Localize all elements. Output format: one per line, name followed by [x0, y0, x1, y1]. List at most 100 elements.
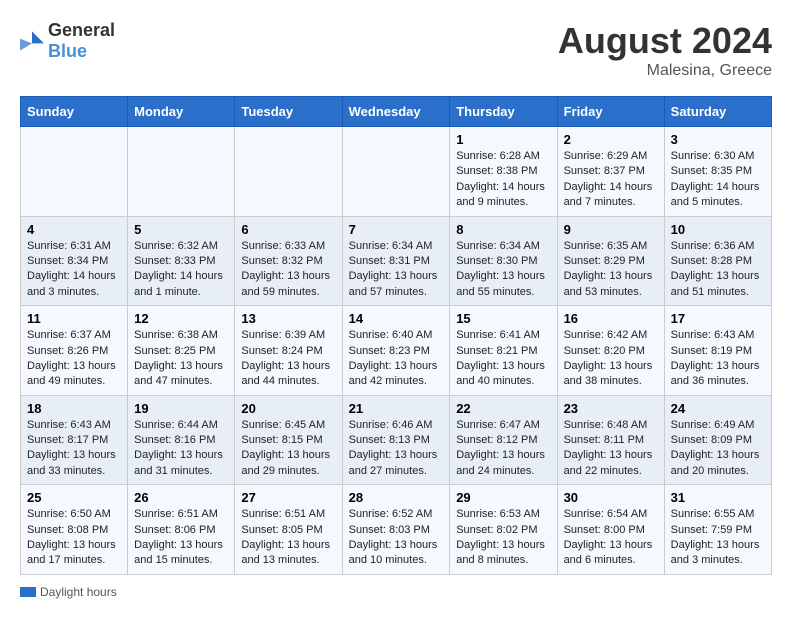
calendar-cell: 11 Sunrise: 6:37 AM Sunset: 8:26 PM Dayli…: [21, 306, 128, 396]
calendar-cell: 9 Sunrise: 6:35 AM Sunset: 8:29 PM Daylig…: [557, 216, 664, 306]
day-info: Sunrise: 6:53 AM Sunset: 8:02 PM Dayligh…: [456, 507, 550, 569]
calendar-cell: [342, 127, 450, 217]
weekday-header-saturday: Saturday: [664, 97, 771, 127]
day-number: 2: [564, 132, 658, 147]
day-info: Sunrise: 6:43 AM Sunset: 8:17 PM Dayligh…: [27, 418, 121, 480]
calendar-cell: 3 Sunrise: 6:30 AM Sunset: 8:35 PM Daylig…: [664, 127, 771, 217]
day-info: Sunrise: 6:38 AM Sunset: 8:25 PM Dayligh…: [134, 328, 228, 390]
legend-color-box: [20, 587, 36, 597]
calendar-cell: 19Sunrise: 6:44 AM Sunset: 8:16 PM Dayli…: [128, 395, 235, 485]
logo-text-blue: Blue: [48, 41, 87, 61]
calendar-cell: 20Sunrise: 6:45 AM Sunset: 8:15 PM Dayli…: [235, 395, 342, 485]
logo-text-general: General: [48, 20, 115, 40]
calendar-cell: 2 Sunrise: 6:29 AM Sunset: 8:37 PM Daylig…: [557, 127, 664, 217]
day-number: 6: [241, 222, 335, 237]
day-number: 9: [564, 222, 658, 237]
calendar-cell: 25 Sunrise: 6:50 AM Sunset: 8:08 PM Dayli…: [21, 485, 128, 575]
day-number: 16: [564, 311, 658, 326]
day-number: 29: [456, 490, 550, 505]
calendar-cell: 12 Sunrise: 6:38 AM Sunset: 8:25 PM Dayli…: [128, 306, 235, 396]
calendar-cell: 30 Sunrise: 6:54 AM Sunset: 8:00 PM Dayli…: [557, 485, 664, 575]
calendar-cell: 4 Sunrise: 6:31 AM Sunset: 8:34 PM Daylig…: [21, 216, 128, 306]
calendar-cell: 23Sunrise: 6:48 AM Sunset: 8:11 PM Dayli…: [557, 395, 664, 485]
day-number: 10: [671, 222, 765, 237]
calendar-week-row: 18Sunrise: 6:43 AM Sunset: 8:17 PM Dayli…: [21, 395, 772, 485]
calendar-cell: 22Sunrise: 6:47 AM Sunset: 8:12 PM Dayli…: [450, 395, 557, 485]
calendar-body: 1 Sunrise: 6:28 AM Sunset: 8:38 PM Daylig…: [21, 127, 772, 575]
weekday-header-wednesday: Wednesday: [342, 97, 450, 127]
day-number: 31: [671, 490, 765, 505]
day-number: 13: [241, 311, 335, 326]
day-info: Sunrise: 6:43 AM Sunset: 8:19 PM Dayligh…: [671, 328, 765, 390]
day-info: Sunrise: 6:37 AM Sunset: 8:26 PM Dayligh…: [27, 328, 121, 390]
day-number: 12: [134, 311, 228, 326]
calendar-cell: 10Sunrise: 6:36 AM Sunset: 8:28 PM Dayli…: [664, 216, 771, 306]
day-number: 5: [134, 222, 228, 237]
calendar-cell: [128, 127, 235, 217]
day-info: Sunrise: 6:42 AM Sunset: 8:20 PM Dayligh…: [564, 328, 658, 390]
day-number: 27: [241, 490, 335, 505]
calendar-cell: 21 Sunrise: 6:46 AM Sunset: 8:13 PM Dayli…: [342, 395, 450, 485]
day-info: Sunrise: 6:29 AM Sunset: 8:37 PM Dayligh…: [564, 149, 658, 211]
footer: Daylight hours: [20, 585, 772, 599]
day-info: Sunrise: 6:40 AM Sunset: 8:23 PM Dayligh…: [349, 328, 444, 390]
weekday-header-row: SundayMondayTuesdayWednesdayThursdayFrid…: [21, 97, 772, 127]
day-info: Sunrise: 6:34 AM Sunset: 8:31 PM Dayligh…: [349, 239, 444, 301]
day-number: 14: [349, 311, 444, 326]
calendar-cell: 1 Sunrise: 6:28 AM Sunset: 8:38 PM Daylig…: [450, 127, 557, 217]
day-info: Sunrise: 6:54 AM Sunset: 8:00 PM Dayligh…: [564, 507, 658, 569]
location-subtitle: Malesina, Greece: [558, 62, 772, 80]
day-number: 23: [564, 401, 658, 416]
calendar-cell: 8Sunrise: 6:34 AM Sunset: 8:30 PM Daylig…: [450, 216, 557, 306]
day-info: Sunrise: 6:30 AM Sunset: 8:35 PM Dayligh…: [671, 149, 765, 211]
calendar-cell: 5 Sunrise: 6:32 AM Sunset: 8:33 PM Daylig…: [128, 216, 235, 306]
calendar-cell: 31 Sunrise: 6:55 AM Sunset: 7:59 PM Dayli…: [664, 485, 771, 575]
title-block: August 2024 Malesina, Greece: [558, 20, 772, 80]
day-number: 30: [564, 490, 658, 505]
page-header: General Blue August 2024 Malesina, Greec…: [20, 20, 772, 80]
calendar-table: SundayMondayTuesdayWednesdayThursdayFrid…: [20, 96, 772, 575]
calendar-cell: [21, 127, 128, 217]
day-number: 28: [349, 490, 444, 505]
day-info: Sunrise: 6:35 AM Sunset: 8:29 PM Dayligh…: [564, 239, 658, 301]
calendar-cell: 27 Sunrise: 6:51 AM Sunset: 8:05 PM Dayli…: [235, 485, 342, 575]
day-info: Sunrise: 6:46 AM Sunset: 8:13 PM Dayligh…: [349, 418, 444, 480]
calendar-header: SundayMondayTuesdayWednesdayThursdayFrid…: [21, 97, 772, 127]
day-info: Sunrise: 6:51 AM Sunset: 8:05 PM Dayligh…: [241, 507, 335, 569]
day-number: 4: [27, 222, 121, 237]
day-number: 17: [671, 311, 765, 326]
day-number: 21: [349, 401, 444, 416]
calendar-week-row: 1 Sunrise: 6:28 AM Sunset: 8:38 PM Daylig…: [21, 127, 772, 217]
day-number: 3: [671, 132, 765, 147]
weekday-header-friday: Friday: [557, 97, 664, 127]
calendar-cell: 26Sunrise: 6:51 AM Sunset: 8:06 PM Dayli…: [128, 485, 235, 575]
logo: General Blue: [20, 20, 115, 62]
day-number: 1: [456, 132, 550, 147]
day-info: Sunrise: 6:52 AM Sunset: 8:03 PM Dayligh…: [349, 507, 444, 569]
calendar-week-row: 11 Sunrise: 6:37 AM Sunset: 8:26 PM Dayli…: [21, 306, 772, 396]
day-number: 26: [134, 490, 228, 505]
day-info: Sunrise: 6:50 AM Sunset: 8:08 PM Dayligh…: [27, 507, 121, 569]
day-number: 7: [349, 222, 444, 237]
calendar-cell: 14 Sunrise: 6:40 AM Sunset: 8:23 PM Dayli…: [342, 306, 450, 396]
day-number: 25: [27, 490, 121, 505]
calendar-cell: 29 Sunrise: 6:53 AM Sunset: 8:02 PM Dayli…: [450, 485, 557, 575]
weekday-header-thursday: Thursday: [450, 97, 557, 127]
calendar-cell: [235, 127, 342, 217]
day-info: Sunrise: 6:34 AM Sunset: 8:30 PM Dayligh…: [456, 239, 550, 301]
calendar-cell: 7 Sunrise: 6:34 AM Sunset: 8:31 PM Daylig…: [342, 216, 450, 306]
calendar-cell: 6Sunrise: 6:33 AM Sunset: 8:32 PM Daylig…: [235, 216, 342, 306]
day-info: Sunrise: 6:28 AM Sunset: 8:38 PM Dayligh…: [456, 149, 550, 211]
day-info: Sunrise: 6:31 AM Sunset: 8:34 PM Dayligh…: [27, 239, 121, 301]
day-info: Sunrise: 6:55 AM Sunset: 7:59 PM Dayligh…: [671, 507, 765, 569]
day-number: 24: [671, 401, 765, 416]
calendar-cell: 15Sunrise: 6:41 AM Sunset: 8:21 PM Dayli…: [450, 306, 557, 396]
logo-icon: [20, 31, 44, 51]
day-info: Sunrise: 6:39 AM Sunset: 8:24 PM Dayligh…: [241, 328, 335, 390]
weekday-header-sunday: Sunday: [21, 97, 128, 127]
calendar-cell: 17 Sunrise: 6:43 AM Sunset: 8:19 PM Dayli…: [664, 306, 771, 396]
day-info: Sunrise: 6:45 AM Sunset: 8:15 PM Dayligh…: [241, 418, 335, 480]
day-number: 11: [27, 311, 121, 326]
day-info: Sunrise: 6:32 AM Sunset: 8:33 PM Dayligh…: [134, 239, 228, 301]
day-number: 19: [134, 401, 228, 416]
